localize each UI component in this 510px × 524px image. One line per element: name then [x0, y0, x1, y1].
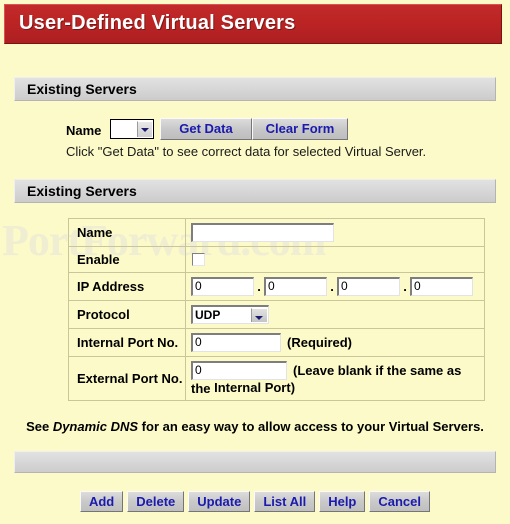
ip-octet-1-input[interactable]: 0 — [191, 277, 254, 297]
chevron-down-icon — [251, 308, 267, 323]
existing-servers-selector: Name Get Data Clear Form Click "Get Data… — [0, 118, 510, 176]
ip-separator-1: . — [257, 279, 261, 295]
help-button[interactable]: Help — [319, 491, 366, 512]
ip-octet-4-input[interactable]: 0 — [410, 277, 473, 297]
chevron-down-icon — [137, 121, 152, 137]
internal-port-note: (Required) — [287, 335, 352, 351]
name-select-label: Name — [66, 123, 102, 138]
row-value-internal-port: 0 (Required) — [185, 328, 485, 358]
footer-button-bar: Add Delete Update List All Help Cancel — [0, 491, 510, 512]
row-value-ip-address: 0.0.0.0 — [185, 272, 485, 302]
server-name-input[interactable] — [191, 223, 334, 242]
external-port-input[interactable]: 0 — [191, 361, 287, 381]
section-header-existing-servers-top: Existing Servers — [14, 77, 496, 101]
dns-note-emphasis: Dynamic DNS — [52, 419, 139, 434]
section-header-label: Existing Servers — [27, 183, 137, 199]
external-port-note-line2: Internal Port) — [214, 380, 296, 396]
row-label-external-port: External Port No. — [68, 356, 186, 402]
list-all-button[interactable]: List All — [254, 491, 316, 512]
get-data-hint-text: Click "Get Data" to see correct data for… — [66, 144, 427, 159]
existing-server-name-select[interactable] — [110, 119, 154, 139]
row-value-enable — [185, 245, 485, 274]
virtual-server-form-table: Name Enable IP Address 0.0.0.0 Protocol … — [68, 218, 485, 402]
enable-checkbox[interactable] — [192, 253, 205, 267]
section-header-existing-servers-bottom: Existing Servers — [14, 179, 496, 203]
cancel-button[interactable]: Cancel — [369, 491, 431, 512]
table-row-external-port: External Port No. 0 (Leave blank if the s… — [68, 356, 485, 402]
get-data-button[interactable]: Get Data — [160, 118, 252, 140]
table-row-internal-port: Internal Port No. 0 (Required) — [68, 328, 485, 358]
update-button[interactable]: Update — [188, 491, 251, 512]
add-button[interactable]: Add — [79, 491, 124, 512]
internal-port-input[interactable]: 0 — [191, 333, 281, 353]
protocol-select[interactable]: UDP — [191, 305, 269, 325]
ip-separator-2: . — [330, 279, 334, 295]
router-config-page: PortForward.com User-Defined Virtual Ser… — [0, 0, 510, 524]
row-label-name: Name — [68, 218, 186, 247]
table-row-name: Name — [68, 218, 485, 247]
clear-form-button[interactable]: Clear Form — [252, 118, 348, 140]
row-value-protocol: UDP — [185, 300, 485, 330]
ip-octet-2-input[interactable]: 0 — [264, 277, 327, 297]
protocol-select-value: UDP — [195, 308, 221, 323]
footer-separator-bar — [14, 451, 496, 473]
page-title-bar: User-Defined Virtual Servers — [4, 4, 502, 44]
table-row-ip-address: IP Address 0.0.0.0 — [68, 272, 485, 302]
ip-separator-3: . — [403, 279, 407, 295]
dns-note-prefix: See — [26, 419, 53, 434]
ip-octet-3-input[interactable]: 0 — [337, 277, 400, 297]
delete-button[interactable]: Delete — [127, 491, 185, 512]
dynamic-dns-note: See Dynamic DNS for an easy way to allow… — [0, 419, 510, 434]
row-value-name — [185, 218, 485, 247]
dns-note-suffix: for an easy way to allow access to your … — [138, 419, 484, 434]
table-row-enable: Enable — [68, 245, 485, 274]
table-row-protocol: Protocol UDP — [68, 300, 485, 330]
row-label-enable: Enable — [68, 245, 186, 274]
row-label-internal-port: Internal Port No. — [68, 328, 186, 358]
page-title: User-Defined Virtual Servers — [19, 12, 296, 34]
row-label-ip-address: IP Address — [68, 272, 186, 302]
section-header-label: Existing Servers — [27, 81, 137, 97]
row-label-protocol: Protocol — [68, 300, 186, 330]
row-value-external-port: 0 (Leave blank if the same as the Interna… — [185, 356, 485, 402]
